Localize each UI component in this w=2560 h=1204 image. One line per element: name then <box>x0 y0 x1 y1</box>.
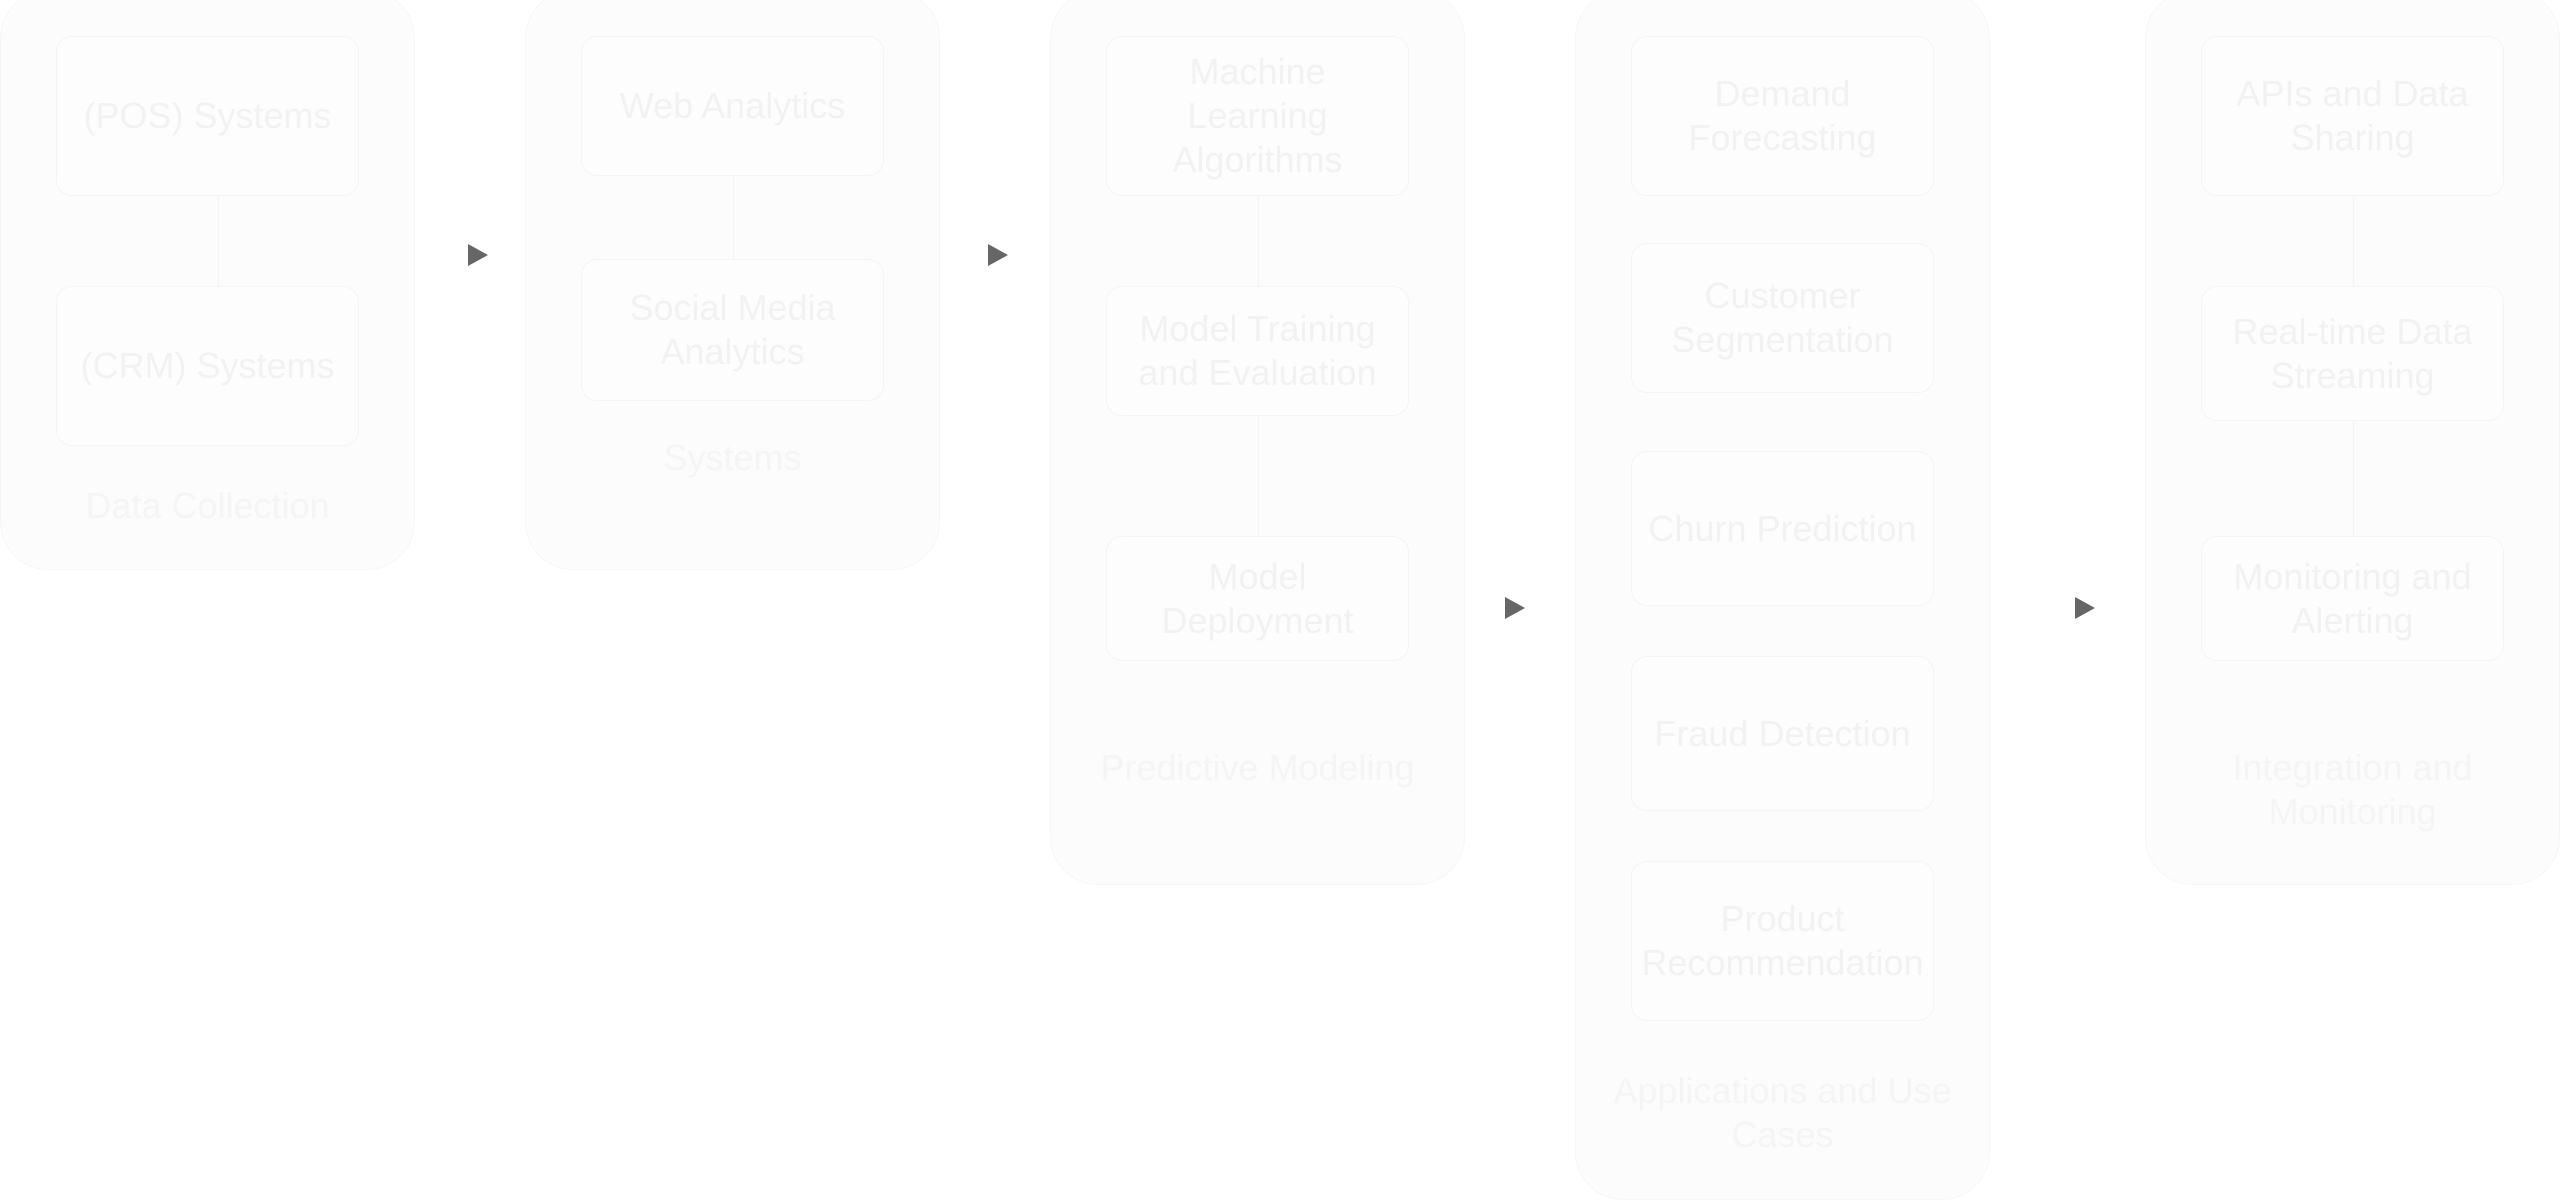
node-fraud-detection[interactable]: Fraud Detection <box>1631 656 1934 811</box>
arrow-right-icon <box>988 244 1008 266</box>
cluster-label: Predictive Modeling <box>1100 747 1415 788</box>
node-product-recommendation[interactable]: Product Recommendation <box>1631 861 1934 1021</box>
node-label: Model Training and Evaluation <box>1138 308 1377 393</box>
node-label: Churn Prediction <box>1648 507 1917 549</box>
node-customer-segmentation[interactable]: Customer Segmentation <box>1631 243 1934 393</box>
cluster-label: Data Collection <box>85 485 330 526</box>
node-apis-data-sharing[interactable]: APIs and Data Sharing <box>2201 36 2504 196</box>
node-label: Social Media Analytics <box>629 287 836 372</box>
connector-line <box>2353 196 2354 286</box>
connector-line <box>1258 416 1259 536</box>
arrow-right-icon <box>468 244 488 266</box>
cluster-predictive-modeling: Machine Learning Algorithms Model Traini… <box>1050 0 1465 885</box>
node-label: Fraud Detection <box>1654 712 1911 754</box>
node-label: APIs and Data Sharing <box>2236 73 2469 158</box>
connector-line <box>218 196 219 286</box>
node-label: Product Recommendation <box>1641 898 1924 983</box>
node-real-time-data-streaming[interactable]: Real-time Data Streaming <box>2201 286 2504 421</box>
node-crm-systems[interactable]: (CRM) Systems <box>56 286 359 446</box>
cluster-systems: Web Analytics Social Media Analytics Sys… <box>525 0 940 570</box>
cluster-label: Integration and Monitoring <box>2232 747 2473 832</box>
node-web-analytics[interactable]: Web Analytics <box>581 36 884 176</box>
node-label: Machine Learning Algorithms <box>1172 51 1343 180</box>
node-machine-learning-algorithms[interactable]: Machine Learning Algorithms <box>1106 36 1409 196</box>
node-label: Demand Forecasting <box>1688 73 1877 158</box>
node-label: Real-time Data Streaming <box>2232 310 2473 396</box>
node-model-deployment[interactable]: Model Deployment <box>1106 536 1409 661</box>
connector-line <box>733 176 734 261</box>
arrow-right-icon <box>1505 597 1525 619</box>
cluster-label: Applications and Use Cases <box>1613 1070 1952 1155</box>
connector-line <box>2353 421 2354 536</box>
cluster-label: Systems <box>663 437 802 478</box>
node-churn-prediction[interactable]: Churn Prediction <box>1631 451 1934 606</box>
node-demand-forecasting[interactable]: Demand Forecasting <box>1631 36 1934 196</box>
node-monitoring-alerting[interactable]: Monitoring and Alerting <box>2201 536 2504 661</box>
cluster-data-collection: (POS) Systems (CRM) Systems Data Collect… <box>0 0 415 570</box>
node-label: Monitoring and Alerting <box>2233 555 2472 641</box>
node-label: (POS) Systems <box>83 95 332 136</box>
connector-line <box>1258 196 1259 286</box>
node-label: (CRM) Systems <box>80 345 335 386</box>
node-label: Customer Segmentation <box>1671 275 1894 360</box>
node-social-media-analytics[interactable]: Social Media Analytics <box>581 259 884 401</box>
node-label: Model Deployment <box>1161 555 1354 641</box>
node-model-training-evaluation[interactable]: Model Training and Evaluation <box>1106 286 1409 416</box>
node-pos-systems[interactable]: (POS) Systems <box>56 36 359 196</box>
cluster-integration-monitoring: APIs and Data Sharing Real-time Data Str… <box>2145 0 2560 885</box>
node-label: Web Analytics <box>619 85 846 126</box>
arrow-right-icon <box>2075 597 2095 619</box>
cluster-applications-use-cases: Demand Forecasting Customer Segmentation… <box>1575 0 1990 1200</box>
